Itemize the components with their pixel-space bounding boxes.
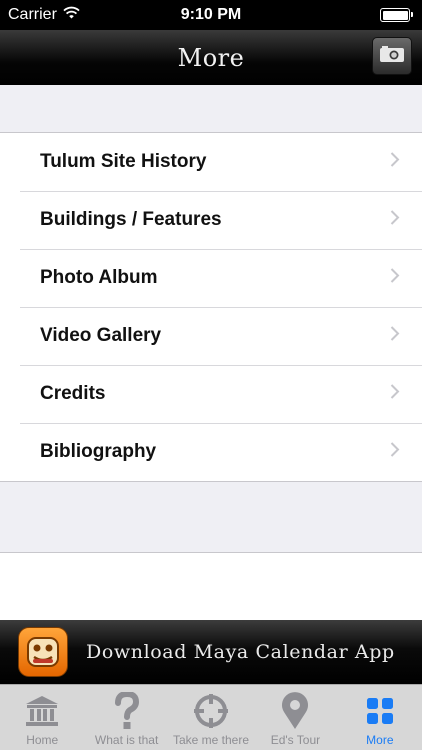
tab-label: More (366, 733, 394, 747)
banner-text: Download Maya Calendar App (86, 641, 395, 663)
menu-table: Tulum Site History Buildings / Features … (0, 132, 422, 482)
wifi-icon (63, 6, 80, 24)
menu-item-tulum-site-history[interactable]: Tulum Site History (0, 133, 422, 191)
maya-calendar-app-icon (18, 627, 68, 677)
menu-item-label: Video Gallery (40, 325, 162, 346)
tab-what-is-that[interactable]: What is that (84, 685, 168, 750)
menu-item-bibliography[interactable]: Bibliography (0, 423, 422, 481)
battery-fill (382, 10, 408, 20)
chevron-right-icon (390, 152, 400, 173)
camera-button[interactable] (372, 37, 412, 75)
menu-item-label: Tulum Site History (40, 151, 207, 172)
status-left: Carrier (8, 6, 80, 24)
content-area: Tulum Site History Buildings / Features … (0, 85, 422, 620)
tab-take-me-there[interactable]: Take me there (169, 685, 253, 750)
chevron-right-icon (390, 384, 400, 405)
menu-item-credits[interactable]: Credits (0, 365, 422, 423)
question-icon (114, 691, 140, 731)
menu-item-label: Credits (40, 383, 106, 404)
menu-item-label: Bibliography (40, 441, 157, 462)
tab-label: Home (26, 733, 59, 747)
camera-icon (379, 45, 405, 68)
menu-item-buildings-features[interactable]: Buildings / Features (0, 191, 422, 249)
tab-more[interactable]: More (338, 685, 422, 750)
battery-icon (380, 8, 413, 22)
grid-icon (366, 691, 394, 731)
chevron-right-icon (390, 326, 400, 347)
menu-item-photo-album[interactable]: Photo Album (0, 249, 422, 307)
menu-item-label: Photo Album (40, 267, 158, 288)
map-pin-icon (281, 691, 309, 731)
tab-bar: Home What is that Take me there Ed's Tou… (0, 684, 422, 750)
chevron-right-icon (390, 442, 400, 463)
tab-label: Take me there (172, 733, 250, 747)
tab-eds-tour[interactable]: Ed's Tour (253, 685, 337, 750)
tab-home[interactable]: Home (0, 685, 84, 750)
nav-bar: More (0, 30, 422, 85)
page-title: More (177, 43, 245, 72)
chevron-right-icon (390, 268, 400, 289)
menu-item-video-gallery[interactable]: Video Gallery (0, 307, 422, 365)
status-bar: Carrier 9:10 PM (0, 0, 422, 30)
carrier-label: Carrier (8, 6, 57, 23)
temple-icon (24, 691, 60, 731)
promo-banner[interactable]: Download Maya Calendar App (0, 620, 422, 684)
chevron-right-icon (390, 210, 400, 231)
menu-item-label: Buildings / Features (40, 209, 222, 230)
tab-label: What is that (94, 733, 159, 747)
crosshair-icon (193, 691, 229, 731)
tab-label: Ed's Tour (270, 733, 321, 747)
